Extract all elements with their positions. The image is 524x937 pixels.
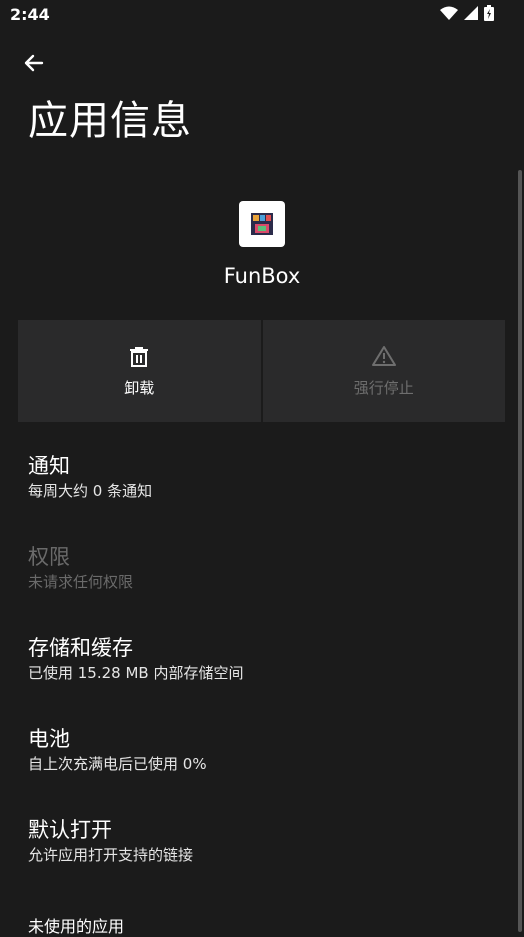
open-by-default-item[interactable]: 默认打开 允许应用打开支持的链接 <box>28 816 193 866</box>
storage-cache-item[interactable]: 存储和缓存 已使用 15.28 MB 内部存储空间 <box>28 634 243 684</box>
status-time: 2:44 <box>10 5 50 24</box>
item-title: 存储和缓存 <box>28 636 133 660</box>
app-icon <box>239 201 285 247</box>
item-title: 默认打开 <box>28 818 112 842</box>
trash-icon <box>130 346 149 367</box>
app-name: FunBox <box>223 264 301 288</box>
battery-item[interactable]: 电池 自上次充满电后已使用 0% <box>28 725 207 775</box>
uninstall-label: 卸载 <box>124 378 155 397</box>
force-stop-label: 强行停止 <box>353 378 414 397</box>
item-subtitle: 自上次充满电后已使用 0% <box>28 755 207 773</box>
funbox-logo-icon <box>251 213 273 235</box>
item-subtitle: 已使用 15.28 MB 内部存储空间 <box>28 664 244 682</box>
back-button[interactable] <box>18 48 48 78</box>
item-title: 电池 <box>28 727 70 751</box>
unused-apps-section-label: 未使用的应用 <box>28 917 125 936</box>
item-subtitle: 未请求任何权限 <box>28 573 134 591</box>
wifi-icon <box>440 6 458 20</box>
battery-icon <box>484 5 494 21</box>
permissions-item[interactable]: 权限 未请求任何权限 <box>28 543 133 593</box>
status-icons <box>440 5 494 21</box>
item-title: 通知 <box>28 454 70 478</box>
item-subtitle: 允许应用打开支持的链接 <box>28 846 194 864</box>
warning-icon <box>371 345 396 366</box>
force-stop-button[interactable]: 强行停止 <box>262 320 505 422</box>
page-title: 应用信息 <box>28 98 192 144</box>
action-buttons: 卸载 强行停止 <box>18 320 505 422</box>
item-title: 权限 <box>28 545 70 569</box>
status-bar: 2:44 <box>0 0 524 30</box>
uninstall-button[interactable]: 卸载 <box>18 320 261 422</box>
item-subtitle: 每周大约 0 条通知 <box>28 482 153 500</box>
notifications-item[interactable]: 通知 每周大约 0 条通知 <box>28 452 152 502</box>
cellular-signal-icon <box>464 6 478 20</box>
arrow-back-icon <box>24 54 44 72</box>
